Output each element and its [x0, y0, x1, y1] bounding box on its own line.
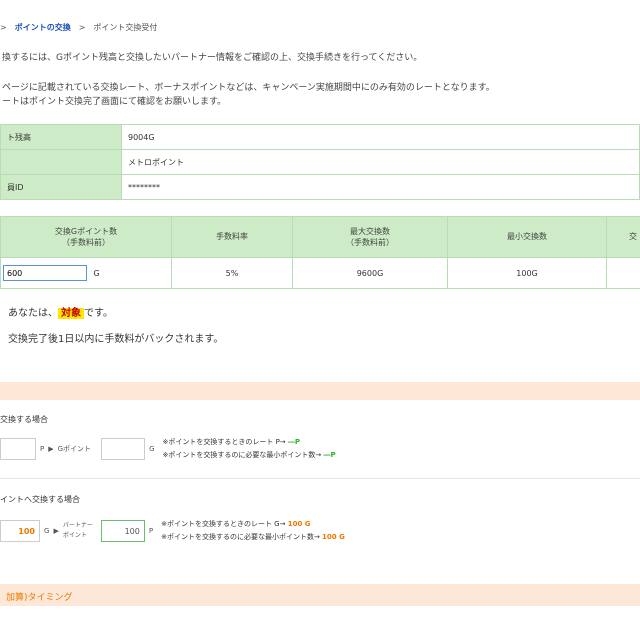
calc2-partner-label: パートナー ポイント — [63, 521, 93, 541]
calc1-unit-g: G — [149, 445, 155, 453]
timing-link[interactable]: 加算)タイミング — [6, 590, 73, 603]
calc2-row: 100 G ▶ パートナー ポイント 100 P ※ポイントを交換するときのレー… — [0, 518, 345, 544]
header-extra: 交 — [606, 216, 640, 258]
partner-label — [0, 149, 122, 175]
calc2-note2: ※ポイントを交換するのに必要な最小ポイント数→ — [161, 533, 320, 541]
header-exchange-amount: 交換Gポイント数 （手数料前） — [0, 216, 172, 258]
calc1-point-input[interactable] — [0, 438, 36, 460]
partner-value: メトロポイント — [121, 149, 640, 175]
calc2-note1: ※ポイントを交換するときのレート G→ — [161, 520, 286, 528]
member-id-value: ******** — [121, 174, 640, 200]
balance-value: 9004G — [121, 124, 640, 150]
calc2-gpoint-value: 100 — [18, 526, 35, 536]
calc2-gpoint-input[interactable]: 100 — [0, 520, 40, 542]
notice-line-2: ページに記載されている交換レート、ボーナスポイントなどは、キャンペーン実施期間中… — [2, 83, 495, 93]
section-band-bottom — [0, 584, 640, 606]
divider — [0, 478, 640, 479]
extra-cell — [606, 257, 640, 289]
calc1-note1-value: ―P — [287, 438, 301, 446]
max-value: 9600G — [292, 257, 448, 289]
partner-label-line2: ポイント — [62, 532, 87, 539]
notice-line-3: ートはポイント交換完了画面にて確認をお願いします。 — [2, 97, 227, 107]
calc2-partner-value: 100 — [124, 526, 140, 536]
eligibility-status: あなたは、 対象 です。 — [8, 304, 113, 319]
calc1-section-label: 交換する場合 — [0, 415, 48, 424]
header-min: 最小交換数 — [447, 216, 607, 258]
member-id-label: 員ID — [0, 174, 122, 200]
section-band-top — [0, 382, 640, 400]
table-row: メトロポイント — [0, 149, 640, 175]
calc1-row: P ▶ Gポイント G ※ポイントを交換するときのレート P→ ―P ※ポイント… — [0, 436, 336, 462]
status-suffix: です。 — [84, 308, 113, 319]
arrow-icon: ▶ — [48, 445, 54, 453]
refund-note: 交換完了後1日以内に手数料がバックされます。 — [8, 334, 224, 345]
calc2-note1-value: 100 G — [287, 520, 311, 528]
notice-line-1: 換するには、Gポイント残高と交換したいパートナー情報をご確認の上、交換手続きを行… — [2, 53, 423, 63]
calc1-note2: ※ポイントを交換するのに必要な最小ポイント数→ — [162, 451, 322, 459]
calc1-note2-value: ―P — [323, 451, 336, 459]
breadcrumb-separator: > — [78, 22, 86, 32]
breadcrumb-separator: > — [0, 22, 7, 32]
breadcrumb-link-exchange[interactable]: ポイントの交換 — [15, 22, 71, 33]
exchange-amount-input[interactable] — [3, 265, 87, 281]
amount-unit: G — [93, 268, 100, 278]
table-row: G 5% 9600G 100G — [0, 257, 640, 289]
breadcrumb: > ポイントの交換 > ポイント交換受付 — [0, 18, 157, 36]
table-row: 員ID ******** — [0, 174, 640, 200]
calc2-partner-output: 100 — [100, 520, 145, 542]
header-max: 最大交換数 （手数料前） — [292, 216, 448, 258]
partner-label-line1: パートナー — [62, 522, 93, 529]
calc1-gpoint-output — [101, 438, 146, 460]
calc2-section-label: イントへ交換する場合 — [0, 495, 80, 504]
balance-label: ト残高 — [0, 124, 122, 150]
amount-cell: G — [0, 257, 172, 289]
calc1-note1: ※ポイントを交換するときのレート P→ — [162, 438, 286, 446]
header-fee-rate: 手数料率 — [171, 216, 293, 258]
table-row: ト残高 9004G — [0, 124, 640, 150]
min-value: 100G — [447, 257, 607, 289]
table-header-row: 交換Gポイント数 （手数料前） 手数料率 最大交換数 （手数料前） 最小交換数 交 — [0, 216, 640, 258]
arrow-icon: ▶ — [53, 527, 59, 535]
calc1-unit-p: P — [40, 445, 45, 453]
account-info-table: ト残高 9004G メトロポイント 員ID ******** — [0, 124, 640, 200]
breadcrumb-current: ポイント交換受付 — [93, 22, 158, 32]
exchange-table: 交換Gポイント数 （手数料前） 手数料率 最大交換数 （手数料前） 最小交換数 交 … — [0, 216, 640, 289]
calc2-unit-p: P — [148, 527, 154, 535]
status-prefix: あなたは、 — [8, 308, 58, 319]
calc2-unit-g: G — [44, 527, 50, 535]
calc1-gpoint-label: Gポイント — [57, 445, 92, 453]
calc2-note2-value: 100 G — [322, 533, 345, 541]
status-badge: 対象 — [58, 308, 84, 319]
calc2-notes: ※ポイントを交換するときのレート G→ 100 G ※ポイントを交換するのに必要… — [161, 518, 345, 544]
fee-rate-value: 5% — [171, 257, 293, 289]
calc1-notes: ※ポイントを交換するときのレート P→ ―P ※ポイントを交換するのに必要な最小… — [163, 436, 336, 462]
